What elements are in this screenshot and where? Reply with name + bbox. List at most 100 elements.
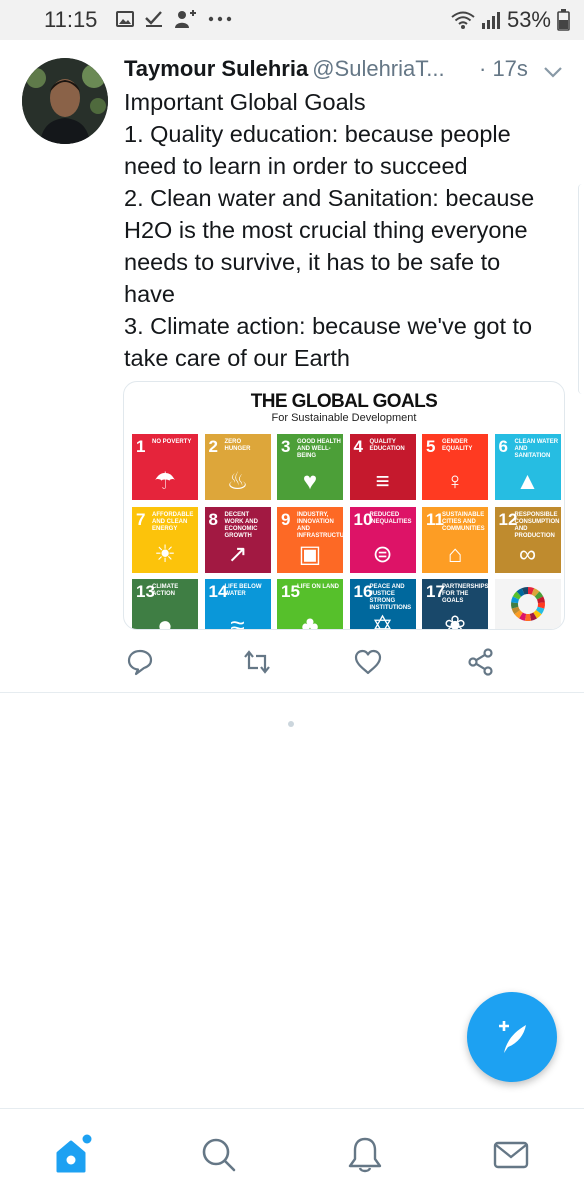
goal-tile-label: ZERO HUNGER <box>224 439 251 452</box>
goal-tile-number: 3 <box>281 437 291 456</box>
goal-tile: 3 GOOD HEALTH AND WELL-BEING ♥ <box>277 434 343 500</box>
share-button[interactable] <box>464 645 498 679</box>
goal-tile-label: NO POVERTY <box>152 439 192 445</box>
goal-tile-icon: ♀ <box>446 468 464 495</box>
compose-tweet-button[interactable] <box>467 992 557 1082</box>
tweet-timestamp: · 17s <box>479 56 528 81</box>
goal-tile-label: GENDER EQUALITY <box>442 439 473 452</box>
goal-tile: 4 QUALITY EDUCATION ≡ <box>349 434 416 500</box>
goal-tile-number: 7 <box>136 509 146 529</box>
share-icon <box>468 648 493 676</box>
goal-tile-label: SUSTAINABLE CITIES AND COMMUNITIES <box>442 511 485 532</box>
battery-percent: 53% <box>506 7 551 32</box>
goal-tile-icon: ≈ <box>230 610 245 630</box>
wifi-icon <box>451 11 475 29</box>
tweet-media-image[interactable]: THE GLOBAL GOALS For Sustainable Develop… <box>123 381 565 630</box>
retweet-button[interactable] <box>240 645 274 679</box>
like-button[interactable] <box>351 645 385 679</box>
tweet-menu-chevron-icon[interactable] <box>542 60 564 86</box>
goal-tile-icon: ☂ <box>154 468 176 495</box>
image-icon <box>116 11 134 27</box>
media-title: THE GLOBAL GOALS <box>250 391 438 412</box>
nav-search[interactable] <box>189 1127 249 1183</box>
home-icon <box>56 1134 92 1173</box>
goal-tile-icon: ↗ <box>227 540 248 568</box>
author-handle[interactable]: @SulehriaT... <box>312 56 444 81</box>
goal-tile-icon: ✡ <box>371 610 394 630</box>
goal-tile-label: CLIMATE ACTION <box>152 584 179 597</box>
status-bar: 11:15 53% <box>0 0 584 40</box>
goal-tile-icon: ♨ <box>226 468 249 495</box>
reply-button[interactable] <box>123 645 157 679</box>
goal-tile-number: 4 <box>353 437 363 456</box>
goal-tile-icon: ⌂ <box>447 540 463 568</box>
goal-tile-label: REDUCED INEQUALITIES <box>369 511 412 525</box>
goal-tile-icon: ☀ <box>154 540 176 568</box>
avatar-photo <box>22 58 108 144</box>
goal-tile-icon: ❀ <box>444 610 466 630</box>
tweet-text-line: 2. Clean water and Sanitation: because <box>124 185 535 211</box>
goal-tile-label: QUALITY EDUCATION <box>369 439 405 452</box>
goal-tile-icon: ⊜ <box>372 540 393 568</box>
goal-tile: 1 NO POVERTY ☂ <box>132 434 198 500</box>
reply-icon <box>127 649 153 676</box>
goal-tile-icon: ∞ <box>518 540 537 568</box>
tweet-text-line: H2O is the most crucial thing everyone <box>124 217 528 243</box>
add-person-icon <box>175 10 196 28</box>
goal-tile: 2 ZERO HUNGER ♨ <box>204 434 271 500</box>
nav-home[interactable] <box>43 1127 103 1183</box>
compose-feather-icon <box>499 1021 526 1053</box>
tweet-text-line: have <box>124 281 175 307</box>
goal-tile-label: RESPONSIBLE CONSUMPTION AND PRODUCTION <box>514 511 560 539</box>
goal-tile: 15 LIFE ON LAND ♣ <box>277 579 343 630</box>
tweet-header: Taymour Sulehria @SulehriaT... · 17s <box>124 56 564 86</box>
tweet-text-line: needs to survive, it has to be safe to <box>124 249 501 275</box>
goal-tile: 9 INDUSTRY, INNOVATION AND INFRASTRUCTURE… <box>277 506 343 573</box>
goal-tile: 16 PEACE AND JUSTICE STRONG INSTITUTIONS ✡ <box>349 579 416 630</box>
goal-tile-label: AFFORDABLE AND CLEAN ENERGY <box>152 511 194 532</box>
media-subtitle: For Sustainable Development <box>271 412 417 424</box>
goal-tile: 12 RESPONSIBLE CONSUMPTION AND PRODUCTION… <box>494 506 561 573</box>
goal-tile-number: 9 <box>281 509 291 529</box>
search-icon <box>202 1138 236 1172</box>
tweet-text-line: take care of our Earth <box>124 345 350 371</box>
goal-tile: 8 DECENT WORK AND ECONOMIC GROWTH ↗ <box>204 506 271 573</box>
avatar[interactable] <box>22 58 108 144</box>
goal-tile: 6 CLEAN WATER AND SANITATION ▲ <box>494 434 561 500</box>
goal-tile-icon: ▲ <box>515 468 540 495</box>
goal-tile-number: 2 <box>208 437 218 456</box>
goal-tile-icon: ● <box>157 610 173 630</box>
more-dots-icon <box>208 16 232 22</box>
goal-tile-number: 5 <box>426 437 436 456</box>
divider <box>0 692 584 693</box>
bottom-nav <box>0 1108 584 1200</box>
goal-tile: 10 REDUCED INEQUALITIES ⊜ <box>349 506 416 573</box>
goal-tile-label: LIFE BELOW WATER <box>224 584 262 597</box>
tweet-text-line: need to learn in order to succeed <box>124 153 468 179</box>
goal-tile-label: DECENT WORK AND ECONOMIC GROWTH <box>224 511 258 539</box>
tweet-text-line: Important Global Goals <box>124 89 366 115</box>
goal-tile: 17 PARTNERSHIPS FOR THE GOALS ❀ <box>422 579 488 630</box>
tweet-text-line: 3. Climate action: because we've got to <box>124 313 533 339</box>
goal-tile-label: PARTNERSHIPS FOR THE GOALS <box>442 584 488 604</box>
goal-tile-label: INDUSTRY, INNOVATION AND INFRASTRUCTURE <box>297 511 343 539</box>
like-icon <box>354 649 382 675</box>
check-icon <box>145 11 162 27</box>
goal-tile: 5 GENDER EQUALITY ♀ <box>422 434 488 500</box>
nav-messages[interactable] <box>481 1127 541 1183</box>
tweet-text: Important Global Goals 1. Quality educat… <box>124 86 564 374</box>
goal-tile-icon: ▣ <box>298 540 322 568</box>
goal-tile: 11 SUSTAINABLE CITIES AND COMMUNITIES ⌂ <box>422 506 488 573</box>
goal-tile-number: 8 <box>208 509 218 529</box>
author-name[interactable]: Taymour Sulehria <box>124 56 308 81</box>
tweet-text-line: 1. Quality education: because people <box>124 121 511 147</box>
messages-icon <box>493 1141 529 1169</box>
nav-notifications[interactable] <box>335 1127 395 1183</box>
battery-icon <box>557 9 570 31</box>
goal-tile: 7 AFFORDABLE AND CLEAN ENERGY ☀ <box>132 506 198 573</box>
loading-dot <box>288 721 294 727</box>
scroll-indicator <box>578 184 584 394</box>
goal-tile-number: 6 <box>498 437 508 456</box>
goal-tile-icon: ≡ <box>375 468 390 495</box>
goal-tile-icon: ♣ <box>301 610 319 630</box>
